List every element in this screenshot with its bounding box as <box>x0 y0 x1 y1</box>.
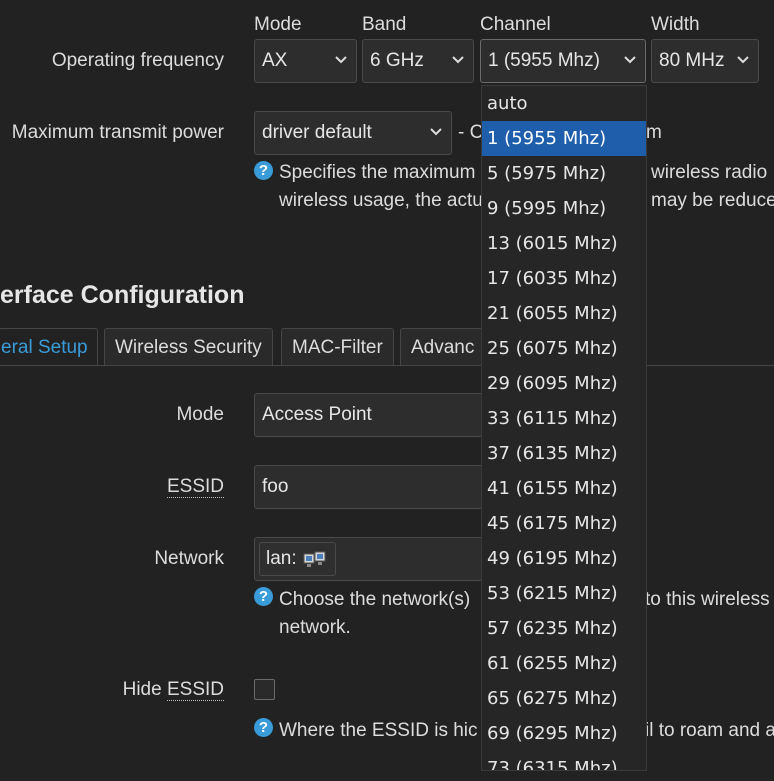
network-help-2: network. <box>279 617 351 638</box>
network-interface-icon <box>303 549 329 581</box>
channel-select[interactable]: 1 (5955 Mhz) <box>480 39 646 83</box>
hide-essid-checkbox[interactable] <box>254 679 275 700</box>
network-chip-label: lan: <box>266 548 297 569</box>
tab-general-setup[interactable]: eral Setup <box>0 328 98 366</box>
band-select-value: 6 GHz <box>370 50 424 71</box>
channel-option[interactable]: 45 (6175 Mhz) <box>482 506 646 541</box>
network-help-1a: Choose the network(s) <box>279 589 471 610</box>
width-select-value: 80 MHz <box>659 50 725 71</box>
mode-label: Mode <box>176 404 224 425</box>
channel-option[interactable]: 25 (6075 Mhz) <box>482 331 646 366</box>
channel-option[interactable]: 37 (6135 Mhz) <box>482 436 646 471</box>
help-icon: ? <box>254 718 273 737</box>
channel-option[interactable]: 69 (6295 Mhz) <box>482 716 646 751</box>
chevron-down-icon <box>451 40 465 82</box>
chevron-down-icon <box>623 40 637 82</box>
channel-option[interactable]: auto <box>482 86 646 121</box>
width-column-label: Width <box>651 14 700 35</box>
help-icon: ? <box>254 587 273 606</box>
channel-option[interactable]: 9 (5995 Mhz) <box>482 191 646 226</box>
transmit-power-value: driver default <box>262 122 372 143</box>
channel-option[interactable]: 57 (6235 Mhz) <box>482 611 646 646</box>
mode-field[interactable]: Access Point <box>254 393 514 437</box>
channel-select-value: 1 (5955 Mhz) <box>488 50 600 71</box>
transmit-power-help-1b: wireless radio <box>651 162 768 183</box>
band-select[interactable]: 6 GHz <box>362 39 474 83</box>
transmit-power-help-1a: Specifies the maximum <box>279 162 476 183</box>
channel-option[interactable]: 41 (6155 Mhz) <box>482 471 646 506</box>
transmit-power-help-2b: may be reduced <box>651 190 774 211</box>
help-icon: ? <box>254 161 273 180</box>
mode-column-label: Mode <box>254 14 302 35</box>
essid-label-wrap: ESSID <box>0 476 224 498</box>
tab-advanced[interactable]: Advanc <box>400 328 490 366</box>
hide-essid-help-b: il to roam and a <box>645 720 774 741</box>
mode-select-value: AX <box>262 50 288 71</box>
width-select[interactable]: 80 MHz <box>651 39 759 83</box>
channel-option[interactable]: 17 (6035 Mhz) <box>482 261 646 296</box>
channel-option[interactable]: 53 (6215 Mhz) <box>482 576 646 611</box>
channel-option[interactable]: 1 (5955 Mhz) <box>482 121 646 156</box>
channel-option[interactable]: 65 (6275 Mhz) <box>482 681 646 716</box>
channel-option[interactable]: 33 (6115 Mhz) <box>482 401 646 436</box>
channel-dropdown-list[interactable]: auto 1 (5955 Mhz) 5 (5975 Mhz) 9 (5995 Mhz)… <box>481 85 647 771</box>
tab-wireless-security[interactable]: Wireless Security <box>104 328 273 366</box>
hide-essid-label: ESSID <box>166 679 224 701</box>
channel-option[interactable]: 29 (6095 Mhz) <box>482 366 646 401</box>
interface-configuration-heading: erface Configuration <box>0 281 245 309</box>
channel-option[interactable]: 5 (5975 Mhz) <box>482 156 646 191</box>
channel-column-label: Channel <box>480 14 551 35</box>
transmit-power-label: Maximum transmit power <box>11 122 224 143</box>
network-help-1b: to this wireless <box>645 589 770 610</box>
network-label: Network <box>154 548 224 569</box>
channel-option[interactable]: 73 (6315 Mhz) <box>482 751 646 770</box>
tab-divider <box>0 365 774 366</box>
essid-input[interactable]: foo <box>254 465 514 509</box>
band-column-label: Band <box>362 14 407 35</box>
transmit-power-select[interactable]: driver default <box>254 111 452 155</box>
transmit-power-help-2a: wireless usage, the actu <box>279 190 483 211</box>
channel-option[interactable]: 61 (6255 Mhz) <box>482 646 646 681</box>
hide-essid-label-prefix: Hide <box>122 679 167 700</box>
hide-essid-help-a: Where the ESSID is hic <box>279 720 478 741</box>
transmit-power-suffix-end: m <box>646 122 662 143</box>
network-chip-lan[interactable]: lan: <box>259 542 336 576</box>
chevron-down-icon <box>429 112 443 154</box>
hide-essid-label-wrap: Hide ESSID <box>0 679 224 701</box>
operating-frequency-label: Operating frequency <box>51 50 224 71</box>
tab-mac-filter[interactable]: MAC-Filter <box>281 328 394 366</box>
essid-label: ESSID <box>166 476 224 498</box>
chevron-down-icon <box>334 40 348 82</box>
mode-select[interactable]: AX <box>254 39 357 83</box>
channel-option[interactable]: 49 (6195 Mhz) <box>482 541 646 576</box>
channel-option[interactable]: 21 (6055 Mhz) <box>482 296 646 331</box>
chevron-down-icon <box>736 40 750 82</box>
transmit-power-suffix: - C <box>458 122 484 143</box>
channel-option[interactable]: 13 (6015 Mhz) <box>482 226 646 261</box>
